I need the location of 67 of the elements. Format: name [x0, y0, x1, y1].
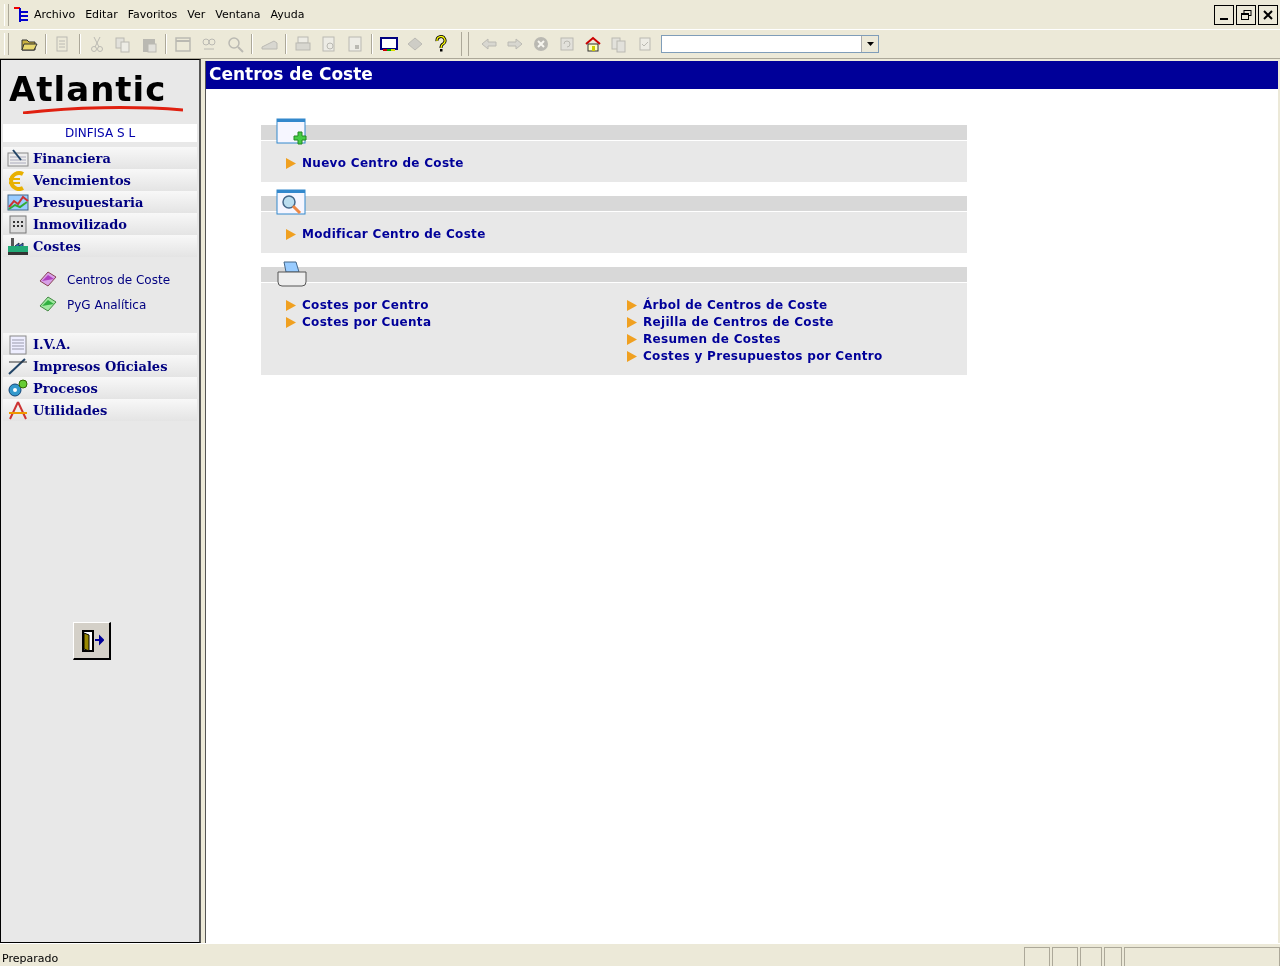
module-item[interactable]: Procesos [3, 377, 197, 399]
module-item[interactable]: Utilidades [3, 399, 197, 421]
submodule-link[interactable]: PyG Analítica [37, 294, 197, 315]
status-pane [1052, 947, 1078, 966]
logo: Atlantic [9, 72, 168, 106]
menu-item[interactable]: Favoritos [122, 6, 183, 23]
building-icon [7, 213, 29, 235]
magnifier-window-icon [276, 189, 308, 217]
submodule-link[interactable]: Centros de Coste [37, 269, 197, 290]
triangle-bullet-icon [285, 316, 296, 328]
menu-item[interactable]: Archivo [29, 6, 81, 23]
home-icon[interactable] [583, 34, 603, 54]
ledger-icon [7, 147, 29, 169]
new-window-icon [276, 118, 308, 146]
triangle-bullet-icon [626, 316, 637, 328]
close-button[interactable] [1258, 4, 1278, 25]
triangle-bullet-icon [285, 299, 296, 311]
menu-item[interactable]: Ayuda [265, 6, 310, 23]
factory-icon [7, 235, 29, 257]
menu-item[interactable]: Ver [182, 6, 211, 23]
action-link[interactable]: Modificar Centro de Coste [285, 227, 634, 241]
status-pane [1104, 947, 1122, 966]
menubar-grip[interactable] [4, 3, 9, 26]
toolbar-grip[interactable] [4, 33, 9, 55]
action-link[interactable]: Resumen de Costes [626, 332, 967, 346]
status-text: Preparado [1, 952, 60, 966]
action-link[interactable]: Rejilla de Centros de Coste [626, 315, 967, 329]
action-link[interactable]: Costes por Centro [285, 298, 626, 312]
module-item[interactable]: Impresos Oficiales [3, 355, 197, 377]
triangle-bullet-icon [285, 228, 296, 240]
status-pane [1024, 947, 1050, 966]
gears-icon [7, 377, 29, 399]
module-item[interactable]: Financiera [3, 147, 197, 169]
toolbar-grip[interactable] [461, 32, 469, 56]
triangle-bullet-icon [626, 350, 637, 362]
menu-item[interactable]: Ventana [210, 6, 266, 23]
action-link[interactable]: Costes y Presupuestos por Centro [626, 349, 967, 363]
action-link[interactable]: Árbol de Centros de Coste [626, 298, 967, 312]
door-icon [79, 628, 104, 653]
module-item[interactable]: I.V.A. [3, 333, 197, 355]
chart-icon [7, 191, 29, 213]
action-link[interactable]: Nuevo Centro de Coste [285, 156, 634, 170]
pen-icon [7, 355, 29, 377]
menu-item[interactable]: Editar [80, 6, 123, 23]
triangle-bullet-icon [626, 333, 637, 345]
page-title: Centros de Coste [206, 61, 1278, 89]
compass-icon [7, 399, 29, 421]
module-item[interactable]: Vencimientos [3, 169, 197, 191]
restore-button[interactable] [1236, 4, 1256, 25]
triangle-bullet-icon [285, 157, 296, 169]
exit-button[interactable] [73, 622, 111, 660]
module-item[interactable]: Inmovilizado [3, 213, 197, 235]
close-icon [1263, 9, 1273, 20]
module-item[interactable]: Presupuestaria [3, 191, 197, 213]
company-name: DINFISA S L [3, 124, 197, 142]
minimize-button[interactable] [1214, 4, 1234, 25]
address-combo[interactable] [661, 35, 879, 53]
status-pane [1080, 947, 1102, 966]
caret-icon [866, 42, 874, 46]
sheet-icon [7, 333, 29, 355]
minimize-icon [1220, 17, 1228, 20]
module-item[interactable]: Costes [3, 235, 197, 257]
tree-icon [13, 5, 29, 24]
action-link[interactable]: Costes por Cuenta [285, 315, 626, 329]
triangle-bullet-icon [626, 299, 637, 311]
restore-icon [1240, 9, 1252, 20]
monitor-icon[interactable] [379, 34, 399, 54]
